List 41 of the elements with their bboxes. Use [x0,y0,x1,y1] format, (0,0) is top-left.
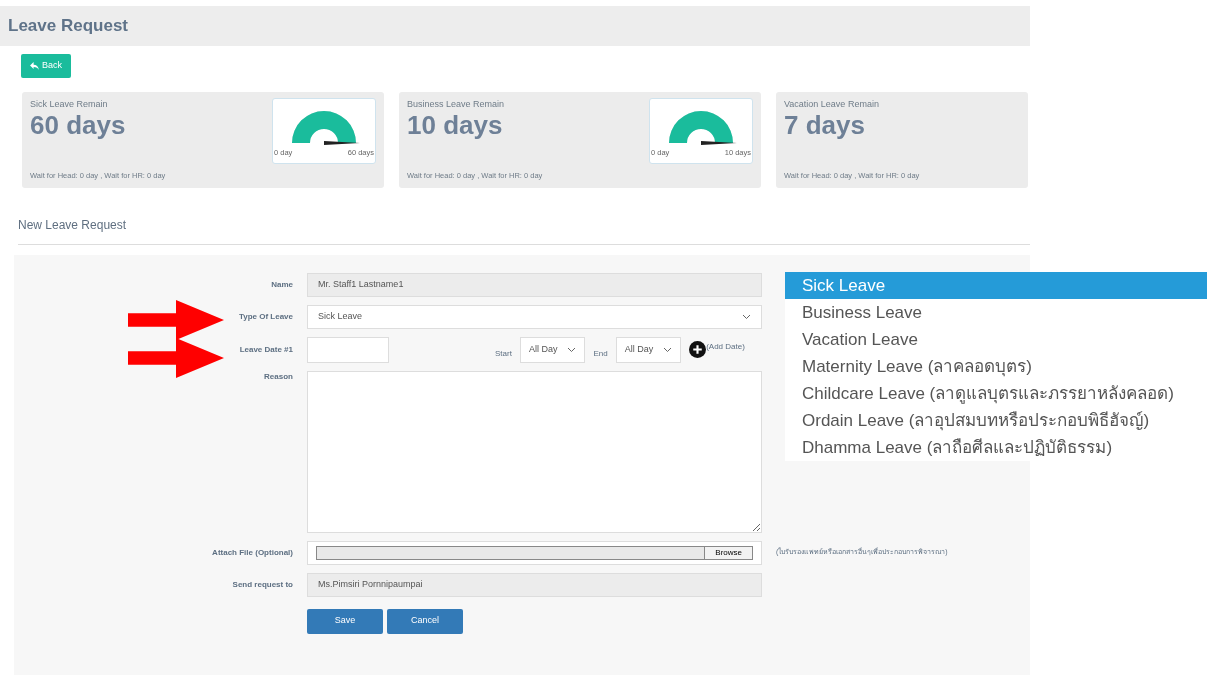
field-label: Type Of Leave [237,310,293,323]
card-title: Vacation Leave Remain [784,97,879,111]
approver-field: Ms.Pimsiri Pornnipaumpai [307,572,762,597]
dropdown-option[interactable]: Dhamma Leave (ลาถือศีลและปฏิบัติธรรม) [785,434,1207,461]
field-label: Name [270,278,293,291]
plus-icon [689,341,707,358]
reason-textarea[interactable] [307,370,762,533]
dropdown-option[interactable]: Vacation Leave [785,326,1207,353]
dropdown-option[interactable]: Ordain Leave (ลาอุปสมบทหรือประกอบพิธีฮัจญ์) [785,407,1207,434]
chevron-icon [742,313,751,320]
name-field: Mr. Staff1 Lastname1 [307,272,762,297]
days-value: 60 days [30,111,126,140]
days-value: 10 days [407,111,504,140]
field-label: Reason [263,370,293,383]
date-input[interactable] [307,336,389,363]
dropdown-option[interactable]: Business Leave [785,299,1207,326]
cancel-button[interactable]: Cancel [387,608,463,634]
chevron-icon [567,346,577,353]
field-label: Leave Date #1 [238,343,293,356]
gauge-fill [292,110,356,143]
save-button[interactable]: Save [307,608,383,634]
add-date-link[interactable]: (Add Date) [689,341,745,358]
time-select[interactable]: All Day [615,336,682,363]
chevron-icon [663,346,673,353]
card-title: Sick Leave Remain [30,97,109,111]
gauge-fill [669,110,733,143]
leave-type-select[interactable]: Sick Leave [307,304,762,329]
reply-icon [30,61,39,70]
page-title: Leave Request [8,15,128,37]
days-value: 7 days [784,111,866,140]
card-title: Business Leave Remain [407,97,505,111]
dropdown-option[interactable]: Childcare Leave (ลาดูแลบุตรและภรรยาหลังคลอด) [785,380,1207,407]
time-select[interactable]: All Day [519,336,586,363]
end-label: End [593,347,608,360]
file-input[interactable]: Browse [307,540,762,565]
section-title: New Leave Request [18,215,1030,245]
start-label: Start [495,347,512,360]
dropdown-option[interactable]: Maternity Leave (ลาคลอดบุตร) [785,353,1207,380]
field-label: Attach File (Optional) [211,546,293,559]
field-label: Send request to [231,578,293,591]
browse-button[interactable]: Browse [704,545,753,560]
